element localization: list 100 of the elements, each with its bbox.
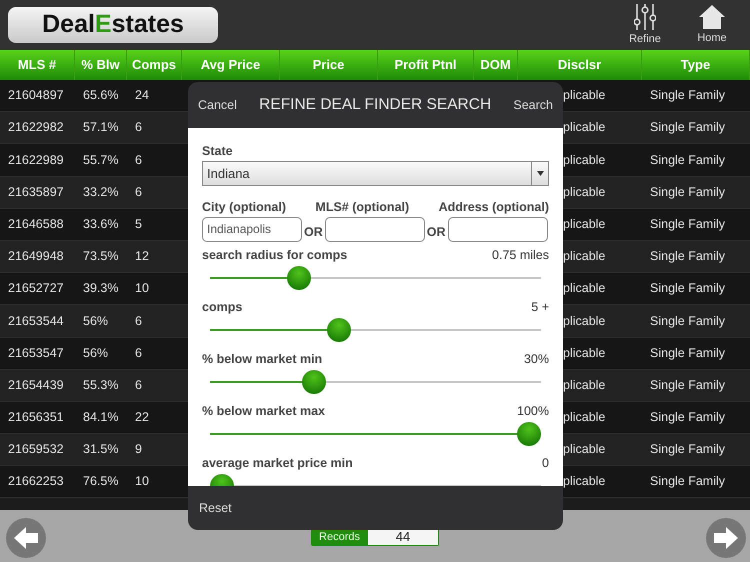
table-cell-text: 84.1% xyxy=(82,409,120,426)
slider-reading: 0 xyxy=(542,454,549,472)
table-cell-text: 21653544 xyxy=(7,312,65,330)
state-dropdown[interactable]: Indiana xyxy=(202,160,549,186)
table-cell-text: 21635897 xyxy=(7,184,65,201)
slider-thumb[interactable] xyxy=(286,266,311,290)
table-cell-text: 21659532 xyxy=(7,441,65,458)
table-cell-text: 57.1% xyxy=(82,119,120,136)
table-cell-text: 5 xyxy=(134,216,143,233)
table-cell-text: 73.5% xyxy=(82,248,120,266)
table-cell-text: 21654439 xyxy=(7,376,65,394)
input-field[interactable] xyxy=(448,216,548,242)
slider-thumb[interactable] xyxy=(517,422,541,446)
table-cell-text: 21604897 xyxy=(7,87,65,104)
table-cell-text: plicable xyxy=(563,216,606,233)
slider-reading: 5 + xyxy=(531,298,549,316)
table-cell-text: Single Family xyxy=(649,409,726,426)
table-cell-text: 33.2% xyxy=(82,184,120,201)
table-cell-text: 21622989 xyxy=(7,152,65,169)
table-cell-text: 6 xyxy=(134,344,143,362)
table-cell-text: 21649948 xyxy=(7,248,65,266)
table-cell-text: Single Family xyxy=(649,280,726,298)
table-cell-text: 9 xyxy=(134,441,143,458)
home-icon xyxy=(698,4,726,30)
right-arrow-icon xyxy=(713,526,739,550)
slider-thumb[interactable] xyxy=(326,318,351,342)
table-cell-text: plicable xyxy=(563,184,606,201)
table-cell-text: plicable xyxy=(563,280,606,298)
table-cell-text: plicable xyxy=(563,344,606,362)
table-cell-text: plicable xyxy=(563,441,606,458)
slider-label: comps xyxy=(202,298,242,316)
table-cell-text: Single Family xyxy=(649,473,726,490)
table-cell-text: 31.5% xyxy=(82,441,120,458)
refine-button[interactable]: Refine xyxy=(615,2,675,48)
table-cell-text: plicable xyxy=(563,312,606,330)
table-cell-text: 21653547 xyxy=(7,344,65,362)
dialog-title: REFINE DEAL FINDER SEARCH xyxy=(259,95,492,116)
table-cell-text: 12 xyxy=(134,248,150,266)
slider-reading: 30% xyxy=(524,350,549,368)
table-cell-text: plicable xyxy=(563,248,606,266)
table-cell-text: 6 xyxy=(134,184,143,201)
table-cell-text: 21662253 xyxy=(7,473,65,490)
table-cell-text: Single Family xyxy=(649,248,726,266)
table-cell-text: Single Family xyxy=(649,344,726,362)
table-cell-text: 33.6% xyxy=(82,216,120,233)
slider-label: % below market min xyxy=(202,350,322,368)
search-button[interactable]: Search xyxy=(513,96,553,114)
table-cell-text: 55.3% xyxy=(82,376,120,394)
table-cell-text: 76.5% xyxy=(82,473,120,490)
table-cell-text: 56% xyxy=(82,344,110,362)
table-cell-text: 22 xyxy=(134,409,150,426)
left-arrow-icon xyxy=(13,526,39,550)
field-label: State xyxy=(202,143,234,160)
table-cell-text: Single Family xyxy=(649,184,726,201)
table-cell-text: 21622982 xyxy=(7,119,65,136)
table-cell-text: plicable xyxy=(563,409,606,426)
table-cell-text: Single Family xyxy=(649,119,726,136)
table-cell-text: 21646588 xyxy=(7,216,65,233)
or-label: OR xyxy=(426,224,446,241)
slider-reading: 100% xyxy=(517,402,549,420)
table-cell-text: Single Family xyxy=(649,312,726,330)
input-field[interactable]: Indianapolis xyxy=(202,216,302,242)
table-cell-text: 65.6% xyxy=(82,87,120,104)
table-cell-text: 10 xyxy=(134,280,150,298)
input-field[interactable] xyxy=(324,216,425,242)
table-cell-text: Single Family xyxy=(649,441,726,458)
field-label: City (optional) xyxy=(202,198,286,216)
slider-label: average market price min xyxy=(202,454,353,472)
home-button[interactable]: Home xyxy=(682,4,742,46)
table-cell-text: 6 xyxy=(134,376,143,394)
table-cell-text: Single Family xyxy=(649,216,726,233)
table-cell-text: 39.3% xyxy=(82,280,120,298)
field-label: Address (optional) xyxy=(438,198,549,216)
table-cell-text: plicable xyxy=(563,473,606,490)
table-cell-text: 6 xyxy=(134,119,143,136)
table-cell-text: 6 xyxy=(134,152,143,169)
table-cell-text: plicable xyxy=(563,152,606,169)
slider-label: search radius for comps xyxy=(202,246,348,264)
table-cell-text: 56% xyxy=(82,312,110,330)
cancel-button[interactable]: Cancel xyxy=(198,96,237,114)
table-cell-text: 6 xyxy=(134,312,143,330)
table-cell-text: Single Family xyxy=(649,152,726,169)
table-cell-text: plicable xyxy=(563,87,606,104)
forward-button[interactable] xyxy=(706,518,746,558)
or-label: OR xyxy=(303,224,324,241)
sliders-icon xyxy=(634,2,656,31)
table-cell-text: 21656351 xyxy=(7,409,65,426)
table-cell-text: Single Family xyxy=(649,87,726,104)
table-cell-text: plicable xyxy=(563,119,606,136)
slider-thumb[interactable] xyxy=(302,370,326,394)
slider-label: % below market max xyxy=(202,402,325,420)
table-cell-text: 10 xyxy=(134,473,150,490)
table-cell-text: 24 xyxy=(134,87,150,104)
table-cell-text: plicable xyxy=(563,376,606,394)
back-button[interactable] xyxy=(6,518,46,558)
table-cell-text: 21652727 xyxy=(7,280,65,298)
logo: DealEstates xyxy=(8,7,218,43)
table-cell-text: 55.7% xyxy=(82,152,120,169)
reset-button[interactable]: Reset xyxy=(199,498,232,518)
table-cell-text: Single Family xyxy=(649,376,726,394)
